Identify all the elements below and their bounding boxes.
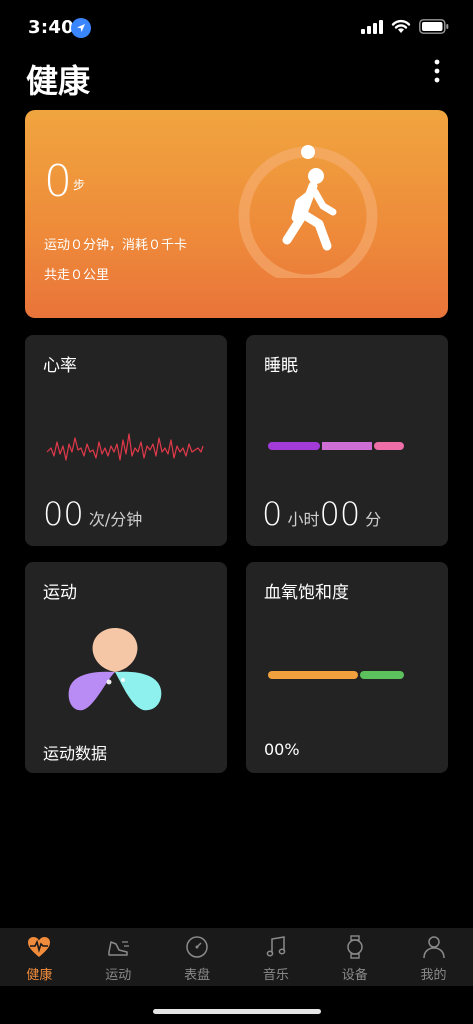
heart-rate-title: 心率 xyxy=(43,356,77,376)
sleep-title: 睡眠 xyxy=(264,356,298,376)
exercise-data-label: 运动数据 xyxy=(43,744,108,763)
tab-label: 我的 xyxy=(420,968,447,983)
status-bar: 3:40 xyxy=(0,0,473,50)
sleep-minutes-unit: 分 xyxy=(365,510,382,529)
heart-rate-card[interactable]: 心率 00 次/分钟 xyxy=(25,335,227,546)
wifi-icon xyxy=(391,19,411,33)
blood-oxygen-bar xyxy=(268,671,404,679)
exercise-title: 运动 xyxy=(43,583,77,603)
blood-oxygen-card[interactable]: 血氧饱和度 00% xyxy=(246,562,448,773)
steps-value: 0 xyxy=(44,156,72,207)
sleep-card[interactable]: 睡眠 0 小时00 分 xyxy=(246,335,448,546)
heart-rate-value: 00 xyxy=(43,495,84,533)
exercise-summary: 运动０分钟，消耗０千卡 xyxy=(44,238,188,253)
tab-health[interactable]: 健康 xyxy=(0,928,79,986)
location-icon xyxy=(71,18,91,38)
heart-rate-wave-icon xyxy=(46,433,204,461)
tab-exercise[interactable]: 运动 xyxy=(79,928,158,986)
tab-label: 运动 xyxy=(105,968,132,983)
sleep-hours-unit: 小时 xyxy=(287,510,320,529)
shoe-icon xyxy=(108,941,130,956)
status-time: 3:40 xyxy=(28,17,74,38)
heart-rate-unit: 次/分钟 xyxy=(88,510,143,529)
exercise-card[interactable]: 运动 运动数据 xyxy=(25,562,227,773)
tab-label: 健康 xyxy=(26,968,53,983)
heart-pulse-icon xyxy=(28,937,51,957)
more-options-icon[interactable] xyxy=(427,58,447,86)
steps-unit: 步 xyxy=(73,178,86,192)
blood-oxygen-value: 00% xyxy=(264,740,300,759)
status-icons xyxy=(361,19,449,34)
tab-me[interactable]: 我的 xyxy=(394,928,473,986)
sleep-hours-value: 0 xyxy=(262,495,283,533)
tab-devices[interactable]: 设备 xyxy=(315,928,394,986)
tab-label: 设备 xyxy=(341,968,368,983)
blood-oxygen-title: 血氧饱和度 xyxy=(264,583,349,603)
distance-summary: 共走０公里 xyxy=(44,268,110,283)
activity-rings-icon xyxy=(68,628,162,711)
home-indicator[interactable] xyxy=(153,1009,321,1014)
walking-person-icon xyxy=(282,168,337,251)
sleep-minutes-value: 00 xyxy=(319,495,361,533)
page-title: 健康 xyxy=(26,62,91,100)
tab-watch-faces[interactable]: 表盘 xyxy=(158,928,237,986)
tab-music[interactable]: 音乐 xyxy=(236,928,315,986)
bottom-tab-bar: 健康 运动 表盘 音乐 设备 我的 xyxy=(0,928,473,986)
tab-label: 表盘 xyxy=(184,968,211,983)
battery-icon xyxy=(419,19,449,34)
watch-face-icon xyxy=(186,936,208,958)
steps-card[interactable]: 0 步 运动０分钟，消耗０千卡 共走０公里 xyxy=(25,110,448,318)
tab-label: 音乐 xyxy=(262,968,289,983)
sleep-stages-bar xyxy=(268,442,404,450)
cellular-signal-icon xyxy=(361,19,383,34)
person-icon xyxy=(422,936,445,959)
watch-device-icon xyxy=(346,935,363,959)
music-note-icon xyxy=(266,936,286,957)
steps-progress-ring xyxy=(238,145,378,278)
